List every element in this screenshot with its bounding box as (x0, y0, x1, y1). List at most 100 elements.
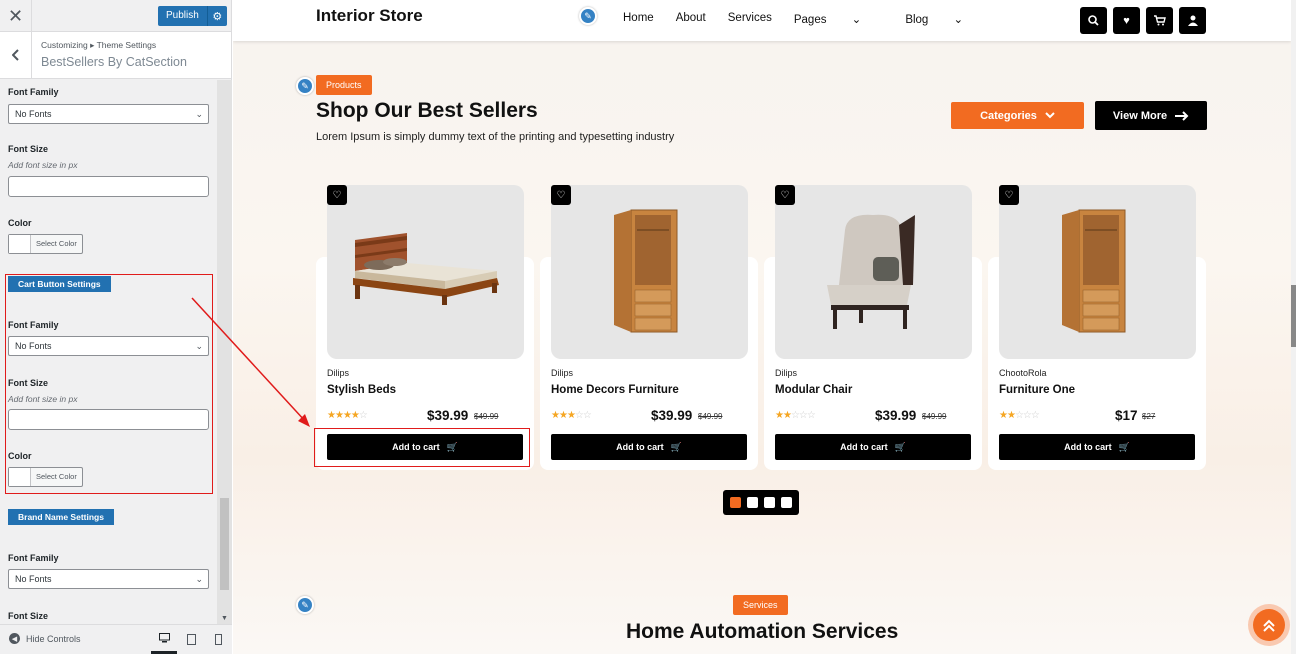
product-name[interactable]: Stylish Beds (327, 384, 396, 396)
star-icon: ★ (558, 410, 568, 421)
menu-item-home[interactable]: Home (623, 12, 654, 26)
wishlist-heart-icon[interactable]: ♡ (551, 185, 571, 205)
brand-font-size-label: Font Size (8, 611, 48, 621)
menu-item-services[interactable]: Services (728, 12, 772, 26)
star-icon: ☆ (582, 410, 592, 421)
star-icon: ★ (327, 410, 336, 421)
color-label: Color (8, 218, 32, 228)
menu-item-pages[interactable]: Pages ⌄ (794, 12, 883, 26)
sidebar-scrollbar[interactable]: ▼ (217, 80, 232, 624)
preview-scrollbar[interactable] (1291, 0, 1296, 654)
customizer-sidebar: ✕ Publish ⚙ Customizing ▸ Theme Settings… (0, 0, 232, 654)
star-icon: ☆ (574, 410, 584, 421)
star-icon: ☆ (1022, 410, 1032, 421)
search-icon[interactable] (1080, 7, 1107, 34)
star-icon: ★ (999, 410, 1008, 421)
star-icon: ★ (350, 410, 360, 421)
product-image[interactable] (775, 185, 972, 359)
site-header: Interior Store ✎ Home About Services Pag… (233, 0, 1291, 41)
desktop-preview-icon[interactable] (151, 625, 177, 654)
edit-pencil-icon[interactable]: ✎ (579, 7, 597, 25)
color-picker-button[interactable]: Select Color (8, 234, 83, 254)
font-size-input[interactable] (8, 176, 209, 197)
menu-item-about[interactable]: About (676, 12, 706, 26)
cart-icon[interactable] (1146, 7, 1173, 34)
font-family-label: Font Family (8, 87, 59, 97)
add-to-cart-button[interactable]: Add to cart 🛒 (551, 434, 747, 460)
customizer-footer: ◀ Hide Controls (0, 624, 232, 654)
wishlist-heart-icon[interactable]: ♡ (327, 185, 347, 205)
categories-button[interactable]: Categories (951, 102, 1084, 129)
publish-group: Publish ⚙ (158, 6, 227, 26)
product-price: $17 (1115, 408, 1138, 423)
star-icon: ★ (551, 410, 560, 421)
site-preview: Interior Store ✎ Home About Services Pag… (233, 0, 1296, 654)
mobile-preview-icon[interactable] (205, 625, 231, 654)
scrollbar-thumb[interactable] (1291, 285, 1296, 347)
font-size-desc: Add font size in px (8, 160, 78, 170)
product-brand: Dilips (551, 368, 574, 378)
view-more-button[interactable]: View More (1095, 101, 1207, 130)
annotation-highlight-box (5, 274, 213, 494)
carousel-dot[interactable] (781, 497, 792, 508)
product-image[interactable] (327, 185, 524, 359)
close-icon[interactable]: ✕ (0, 0, 32, 32)
scroll-down-icon[interactable]: ▼ (221, 615, 228, 622)
edit-pencil-icon[interactable]: ✎ (296, 596, 314, 614)
star-icon: ☆ (1030, 410, 1040, 421)
section-header: Customizing ▸ Theme Settings BestSellers… (0, 32, 231, 79)
products-tag: Products (316, 75, 372, 95)
chevron-down-icon: ⌄ (950, 14, 964, 26)
product-price: $39.99 (651, 408, 693, 423)
user-icon[interactable] (1179, 7, 1206, 34)
add-to-cart-button[interactable]: Add to cart 🛒 (999, 434, 1195, 460)
brand-font-family-select[interactable]: No Fonts ⌄ (8, 569, 209, 589)
product-image[interactable] (551, 185, 748, 359)
star-icon: ★ (775, 410, 784, 421)
product-image[interactable] (999, 185, 1196, 359)
main-menu: Home About Services Pages ⌄ Blog ⌄ (623, 12, 1007, 26)
carousel-dot[interactable] (747, 497, 758, 508)
carousel-dot[interactable] (730, 497, 741, 508)
product-brand: Dilips (327, 368, 350, 378)
edit-pencil-icon[interactable]: ✎ (296, 77, 314, 95)
color-swatch (9, 235, 31, 253)
chair-illustration (827, 214, 915, 329)
brand-name-settings-badge: Brand Name Settings (8, 509, 114, 525)
publish-button[interactable]: Publish (158, 6, 207, 26)
site-logo[interactable]: Interior Store (316, 6, 423, 26)
hide-controls-button[interactable]: ◀ Hide Controls (9, 633, 81, 644)
add-to-cart-button[interactable]: Add to cart 🛒 (775, 434, 971, 460)
chevron-down-icon: ⌄ (195, 574, 203, 584)
star-rating: ★★★☆☆ (551, 410, 592, 421)
product-old-price: $49.99 (698, 412, 723, 421)
breadcrumb: Customizing ▸ Theme Settings (41, 40, 157, 50)
header-icons: ♥ (1080, 7, 1206, 34)
section-title: BestSellers By CatSection (41, 55, 187, 69)
product-brand: ChootoRola (999, 368, 1047, 378)
carousel-dot[interactable] (764, 497, 775, 508)
wishlist-heart-icon[interactable]: ♡ (999, 185, 1019, 205)
heart-icon[interactable]: ♥ (1113, 7, 1140, 34)
cart-icon: 🛒 (894, 441, 906, 452)
product-name[interactable]: Furniture One (999, 384, 1075, 396)
double-chevron-up-icon (1253, 609, 1285, 641)
back-arrow-icon[interactable] (0, 32, 32, 78)
star-icon: ☆ (1014, 410, 1024, 421)
menu-item-blog[interactable]: Blog ⌄ (905, 12, 985, 26)
section-subtitle: Lorem Ipsum is simply dummy text of the … (316, 131, 675, 143)
section-heading: Shop Our Best Sellers (316, 99, 538, 122)
wishlist-heart-icon[interactable]: ♡ (775, 185, 795, 205)
scrollbar-thumb[interactable] (220, 498, 229, 590)
product-name[interactable]: Home Decors Furniture (551, 384, 679, 396)
wardrobe-illustration (1062, 209, 1126, 333)
scroll-to-top-button[interactable] (1248, 604, 1290, 646)
tablet-preview-icon[interactable] (178, 625, 204, 654)
star-icon: ★ (334, 410, 344, 421)
star-icon: ☆ (798, 410, 808, 421)
brand-font-family-label: Font Family (8, 553, 59, 563)
font-family-select[interactable]: No Fonts ⌄ (8, 104, 209, 124)
gear-icon[interactable]: ⚙ (206, 6, 227, 26)
product-price: $39.99 (427, 408, 469, 423)
product-name[interactable]: Modular Chair (775, 384, 852, 396)
